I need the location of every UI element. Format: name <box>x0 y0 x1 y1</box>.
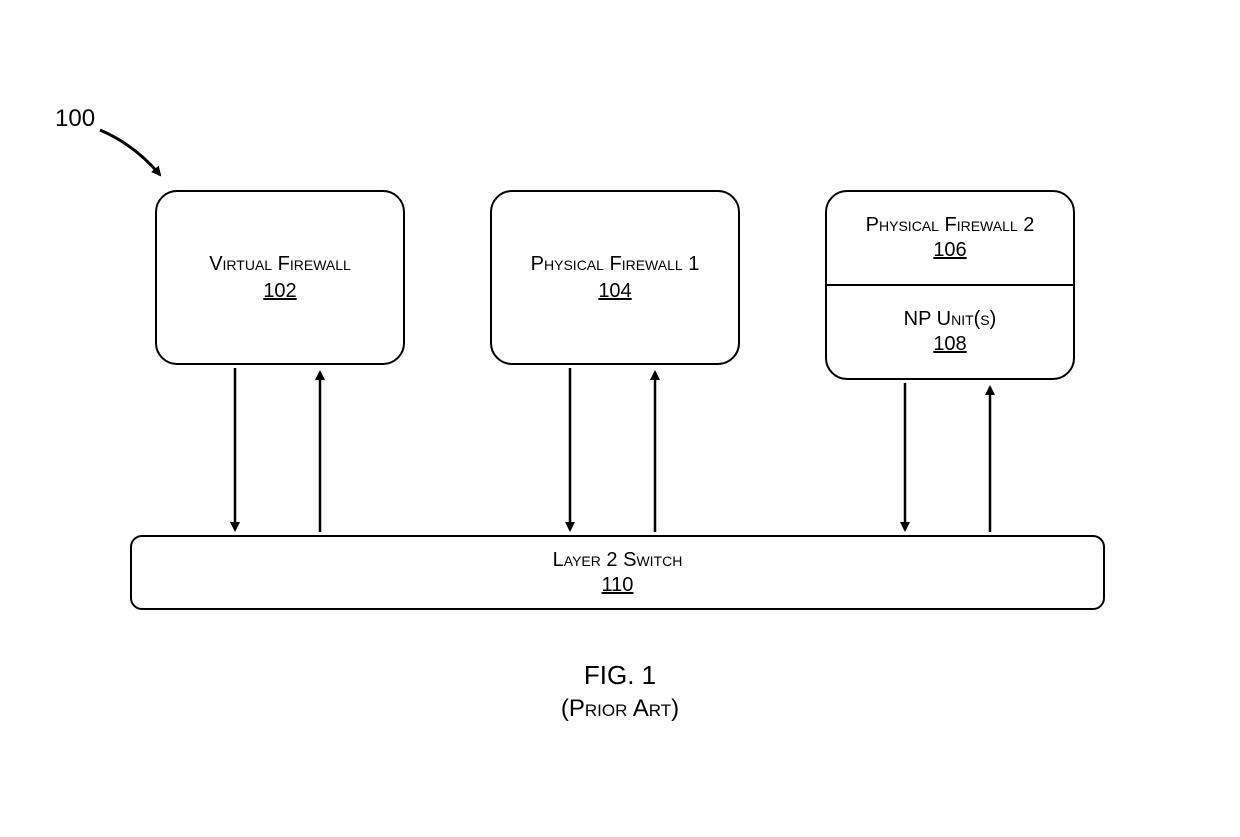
box-title: Physical Firewall 1 <box>531 253 700 276</box>
box-ref: 110 <box>602 574 634 597</box>
box-ref: 106 <box>933 239 966 262</box>
box-physical-firewall-2: Physical Firewall 2 106 <box>827 192 1073 286</box>
box-ref: 102 <box>263 280 296 303</box>
diagram-canvas: 100 Virtual Firewall 102 Physical Firewa… <box>0 0 1240 837</box>
box-title: NP Unit(s) <box>904 308 997 331</box>
box-physical-firewall-2-npunits: Physical Firewall 2 106 NP Unit(s) 108 <box>825 190 1075 380</box>
figure-reference-number: 100 <box>55 105 95 133</box>
ref-arrow-icon <box>100 130 160 175</box>
box-virtual-firewall: Virtual Firewall 102 <box>155 190 405 365</box>
box-title: Physical Firewall 2 <box>866 214 1035 237</box>
box-physical-firewall-1: Physical Firewall 1 104 <box>490 190 740 365</box>
box-layer2-switch: Layer 2 Switch 110 <box>130 535 1105 610</box>
box-title: Virtual Firewall <box>209 253 351 276</box>
box-np-units: NP Unit(s) 108 <box>827 286 1073 378</box>
figure-sublabel: (Prior Art) <box>0 695 1240 723</box>
box-ref: 108 <box>933 333 966 356</box>
figure-label: FIG. 1 <box>0 660 1240 691</box>
box-title: Layer 2 Switch <box>553 549 683 572</box>
box-ref: 104 <box>598 280 631 303</box>
